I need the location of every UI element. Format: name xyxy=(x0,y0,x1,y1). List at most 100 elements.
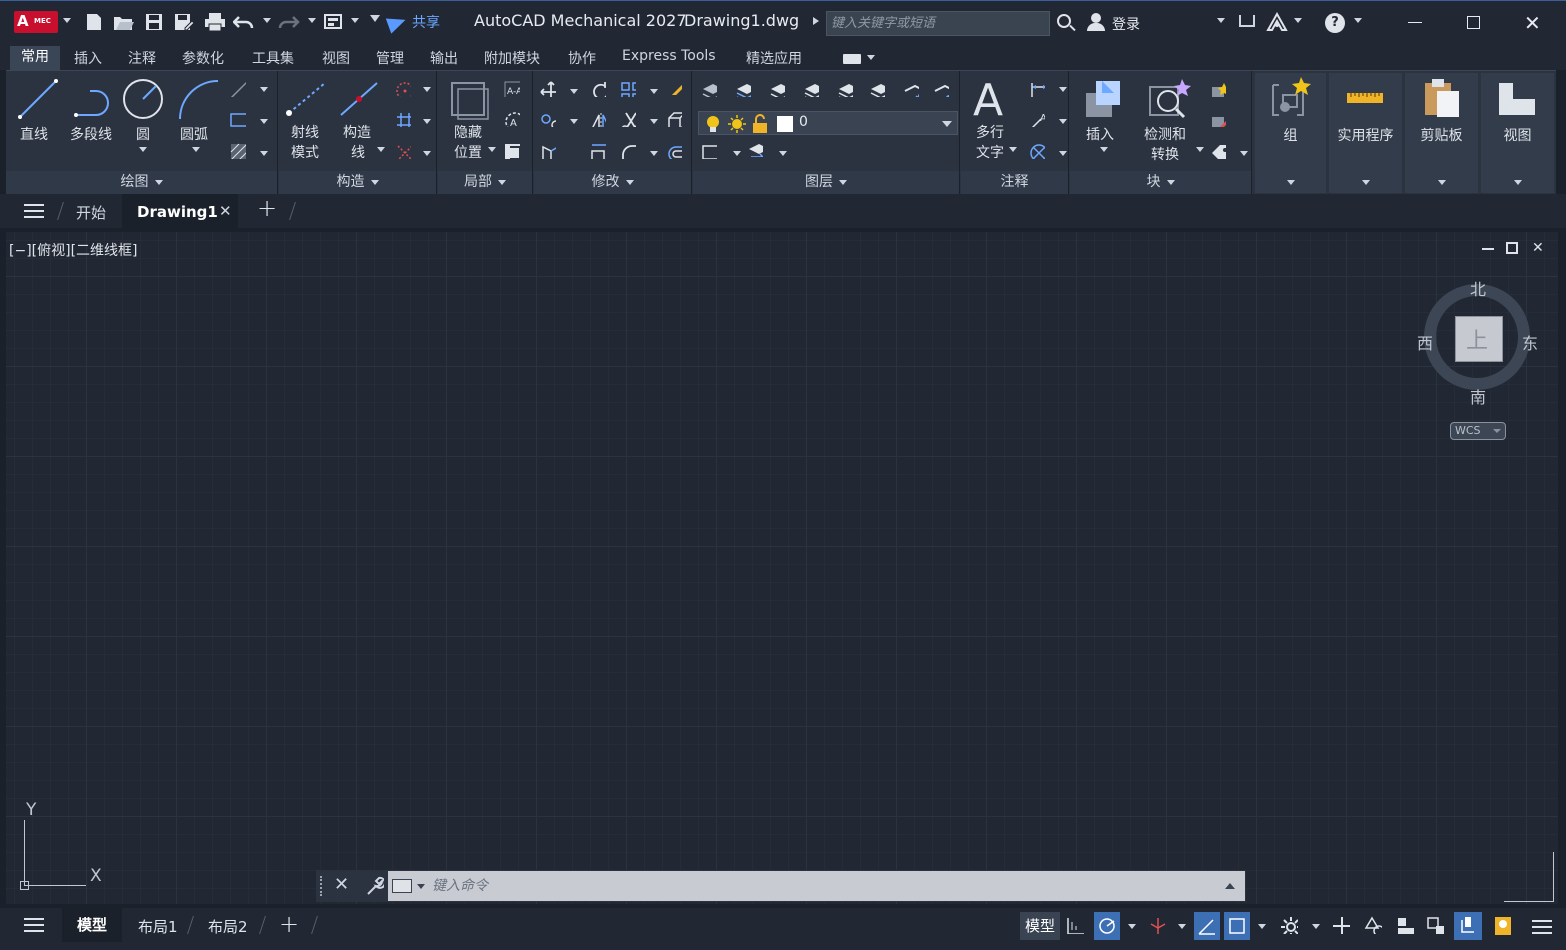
layer-walk-icon[interactable]: ✱ xyxy=(903,81,919,97)
rectangle-icon[interactable] xyxy=(230,111,246,127)
match-properties-icon[interactable] xyxy=(666,79,682,95)
trim-caret-icon[interactable] xyxy=(650,119,658,124)
isodraft-caret-icon[interactable] xyxy=(1178,924,1186,929)
workspace-switch-icon[interactable] xyxy=(1396,916,1414,934)
tab-view[interactable]: 视图 xyxy=(322,48,350,68)
panel-clipboard[interactable]: 剪贴板 xyxy=(1405,73,1478,193)
login-caret-icon[interactable] xyxy=(1217,18,1225,23)
command-history-icon[interactable] xyxy=(1225,883,1235,889)
bulb-icon[interactable] xyxy=(705,115,721,133)
detail-caret-icon[interactable] xyxy=(488,147,496,152)
polar-tracking-toggle[interactable] xyxy=(1094,912,1120,940)
detect-tool-label-2[interactable]: 转换 xyxy=(1151,145,1179,165)
annotation-visibility-icon[interactable] xyxy=(1364,916,1382,934)
panel-modify-title[interactable]: 修改 xyxy=(534,171,691,191)
construct-caret-icon[interactable] xyxy=(377,147,385,152)
xline-small-icon[interactable] xyxy=(230,81,246,97)
undo-caret-icon[interactable] xyxy=(263,18,271,23)
command-line-close-icon[interactable]: ✕ xyxy=(334,874,349,895)
construct-caret-2-icon[interactable] xyxy=(423,87,431,92)
command-input[interactable] xyxy=(432,875,1212,897)
stretch-icon[interactable] xyxy=(540,143,556,159)
panel-view[interactable]: 视图 xyxy=(1481,73,1554,193)
app-menu-caret-icon[interactable] xyxy=(63,18,71,23)
move-icon[interactable] xyxy=(540,81,556,97)
new-layout-button[interactable]: + xyxy=(279,910,299,938)
tab-layout2[interactable]: 布局2 xyxy=(208,916,248,937)
layer-properties-icon[interactable] xyxy=(701,81,717,97)
array-caret-icon[interactable] xyxy=(650,89,658,94)
login-button[interactable]: 登录 xyxy=(1112,14,1140,34)
isodraft-icon[interactable] xyxy=(1148,916,1166,934)
construct-tool-label-2[interactable]: 线 xyxy=(351,143,365,163)
layer-current-caret-icon[interactable] xyxy=(733,151,741,156)
workspace-icon[interactable] xyxy=(323,12,343,32)
viewport-controls[interactable]: [−][俯视][二维线框] xyxy=(9,240,138,260)
panel-annotation-title[interactable]: 注释 xyxy=(961,171,1068,191)
tab-annotate[interactable]: 注释 xyxy=(128,48,156,68)
insert-caret-icon[interactable] xyxy=(1100,147,1108,152)
redo-caret-icon[interactable] xyxy=(308,18,316,23)
save-icon[interactable] xyxy=(144,12,164,32)
block-attribute-icon[interactable] xyxy=(1210,143,1226,159)
tab-express-tools[interactable]: Express Tools xyxy=(622,48,716,64)
tab-drawing1[interactable]: Drawing1 ✕ xyxy=(122,194,238,228)
break-icon[interactable] xyxy=(504,143,520,159)
ribbon-minimize-icon[interactable] xyxy=(843,54,861,64)
edit-block-icon[interactable] xyxy=(1210,111,1226,127)
ray-tool-label-1[interactable]: 射线 xyxy=(291,123,319,143)
dimension-icon[interactable] xyxy=(1029,81,1045,97)
mirror-icon[interactable] xyxy=(590,111,606,127)
fillet-icon[interactable] xyxy=(620,143,636,159)
construct-caret-3-icon[interactable] xyxy=(423,119,431,124)
maximize-icon[interactable] xyxy=(1467,16,1480,29)
tab-start[interactable]: 开始 xyxy=(76,202,106,223)
tab-toolsets[interactable]: 工具集 xyxy=(252,48,294,68)
polyline-tool-label[interactable]: 多段线 xyxy=(70,125,112,145)
isolate-objects-toggle[interactable] xyxy=(1490,912,1516,940)
command-input-area[interactable] xyxy=(388,871,1245,901)
create-block-icon[interactable] xyxy=(1210,81,1226,97)
offset-icon[interactable] xyxy=(666,143,682,159)
app-menu-button[interactable]: A MEC xyxy=(14,11,58,33)
open-file-icon[interactable] xyxy=(113,12,134,32)
circle-icon[interactable] xyxy=(121,77,167,123)
workspace-caret-icon[interactable] xyxy=(351,18,359,23)
mtext-tool-label-2[interactable]: 文字 xyxy=(976,143,1004,163)
tab-addins[interactable]: 附加模块 xyxy=(484,48,540,68)
tab-featured-apps[interactable]: 精选应用 xyxy=(746,48,802,68)
file-tabs-menu-icon[interactable] xyxy=(24,204,44,218)
hatch-icon[interactable] xyxy=(230,143,246,159)
arc-icon[interactable] xyxy=(176,77,222,123)
panel-detail-title[interactable]: 局部 xyxy=(438,171,532,191)
layout-menu-icon[interactable] xyxy=(24,918,44,932)
hide-tool-label-2[interactable]: 位置 xyxy=(454,143,482,163)
block-attr-caret-icon[interactable] xyxy=(1240,151,1248,156)
circle-center-icon[interactable] xyxy=(395,81,411,97)
annotation-caret-1-icon[interactable] xyxy=(1059,87,1067,92)
ray-icon[interactable] xyxy=(285,79,329,119)
wrench-icon[interactable] xyxy=(364,876,384,896)
layer-unisolate-icon[interactable] xyxy=(803,81,819,97)
hide-tool-label-1[interactable]: 隐藏 xyxy=(454,123,482,143)
detect-caret-icon[interactable] xyxy=(1196,147,1204,152)
compass-north[interactable]: 北 xyxy=(1470,276,1486,300)
share-button[interactable]: 共享 xyxy=(385,12,440,34)
object-snap-tracking-toggle[interactable] xyxy=(1194,912,1220,940)
compass-south[interactable]: 南 xyxy=(1470,384,1486,408)
copy-caret-icon[interactable] xyxy=(570,119,578,124)
layer-state-icon[interactable] xyxy=(735,81,751,97)
settings-gear-icon[interactable] xyxy=(1280,916,1298,934)
rotate-icon[interactable] xyxy=(590,81,606,97)
user-icon[interactable] xyxy=(1087,13,1105,31)
save-as-icon[interactable] xyxy=(173,12,195,32)
panel-layers-title[interactable]: 图层 xyxy=(693,171,959,191)
autodesk-a360-icon[interactable] xyxy=(1266,11,1288,32)
layer-make-current-icon[interactable] xyxy=(701,143,717,159)
tab-home[interactable]: 常用 xyxy=(10,46,60,70)
annotation-caret-2-icon[interactable] xyxy=(1059,119,1067,124)
line-icon[interactable] xyxy=(16,77,62,121)
sun-icon[interactable] xyxy=(727,114,747,134)
redo-icon[interactable] xyxy=(278,12,300,32)
tab-insert[interactable]: 插入 xyxy=(74,48,102,68)
